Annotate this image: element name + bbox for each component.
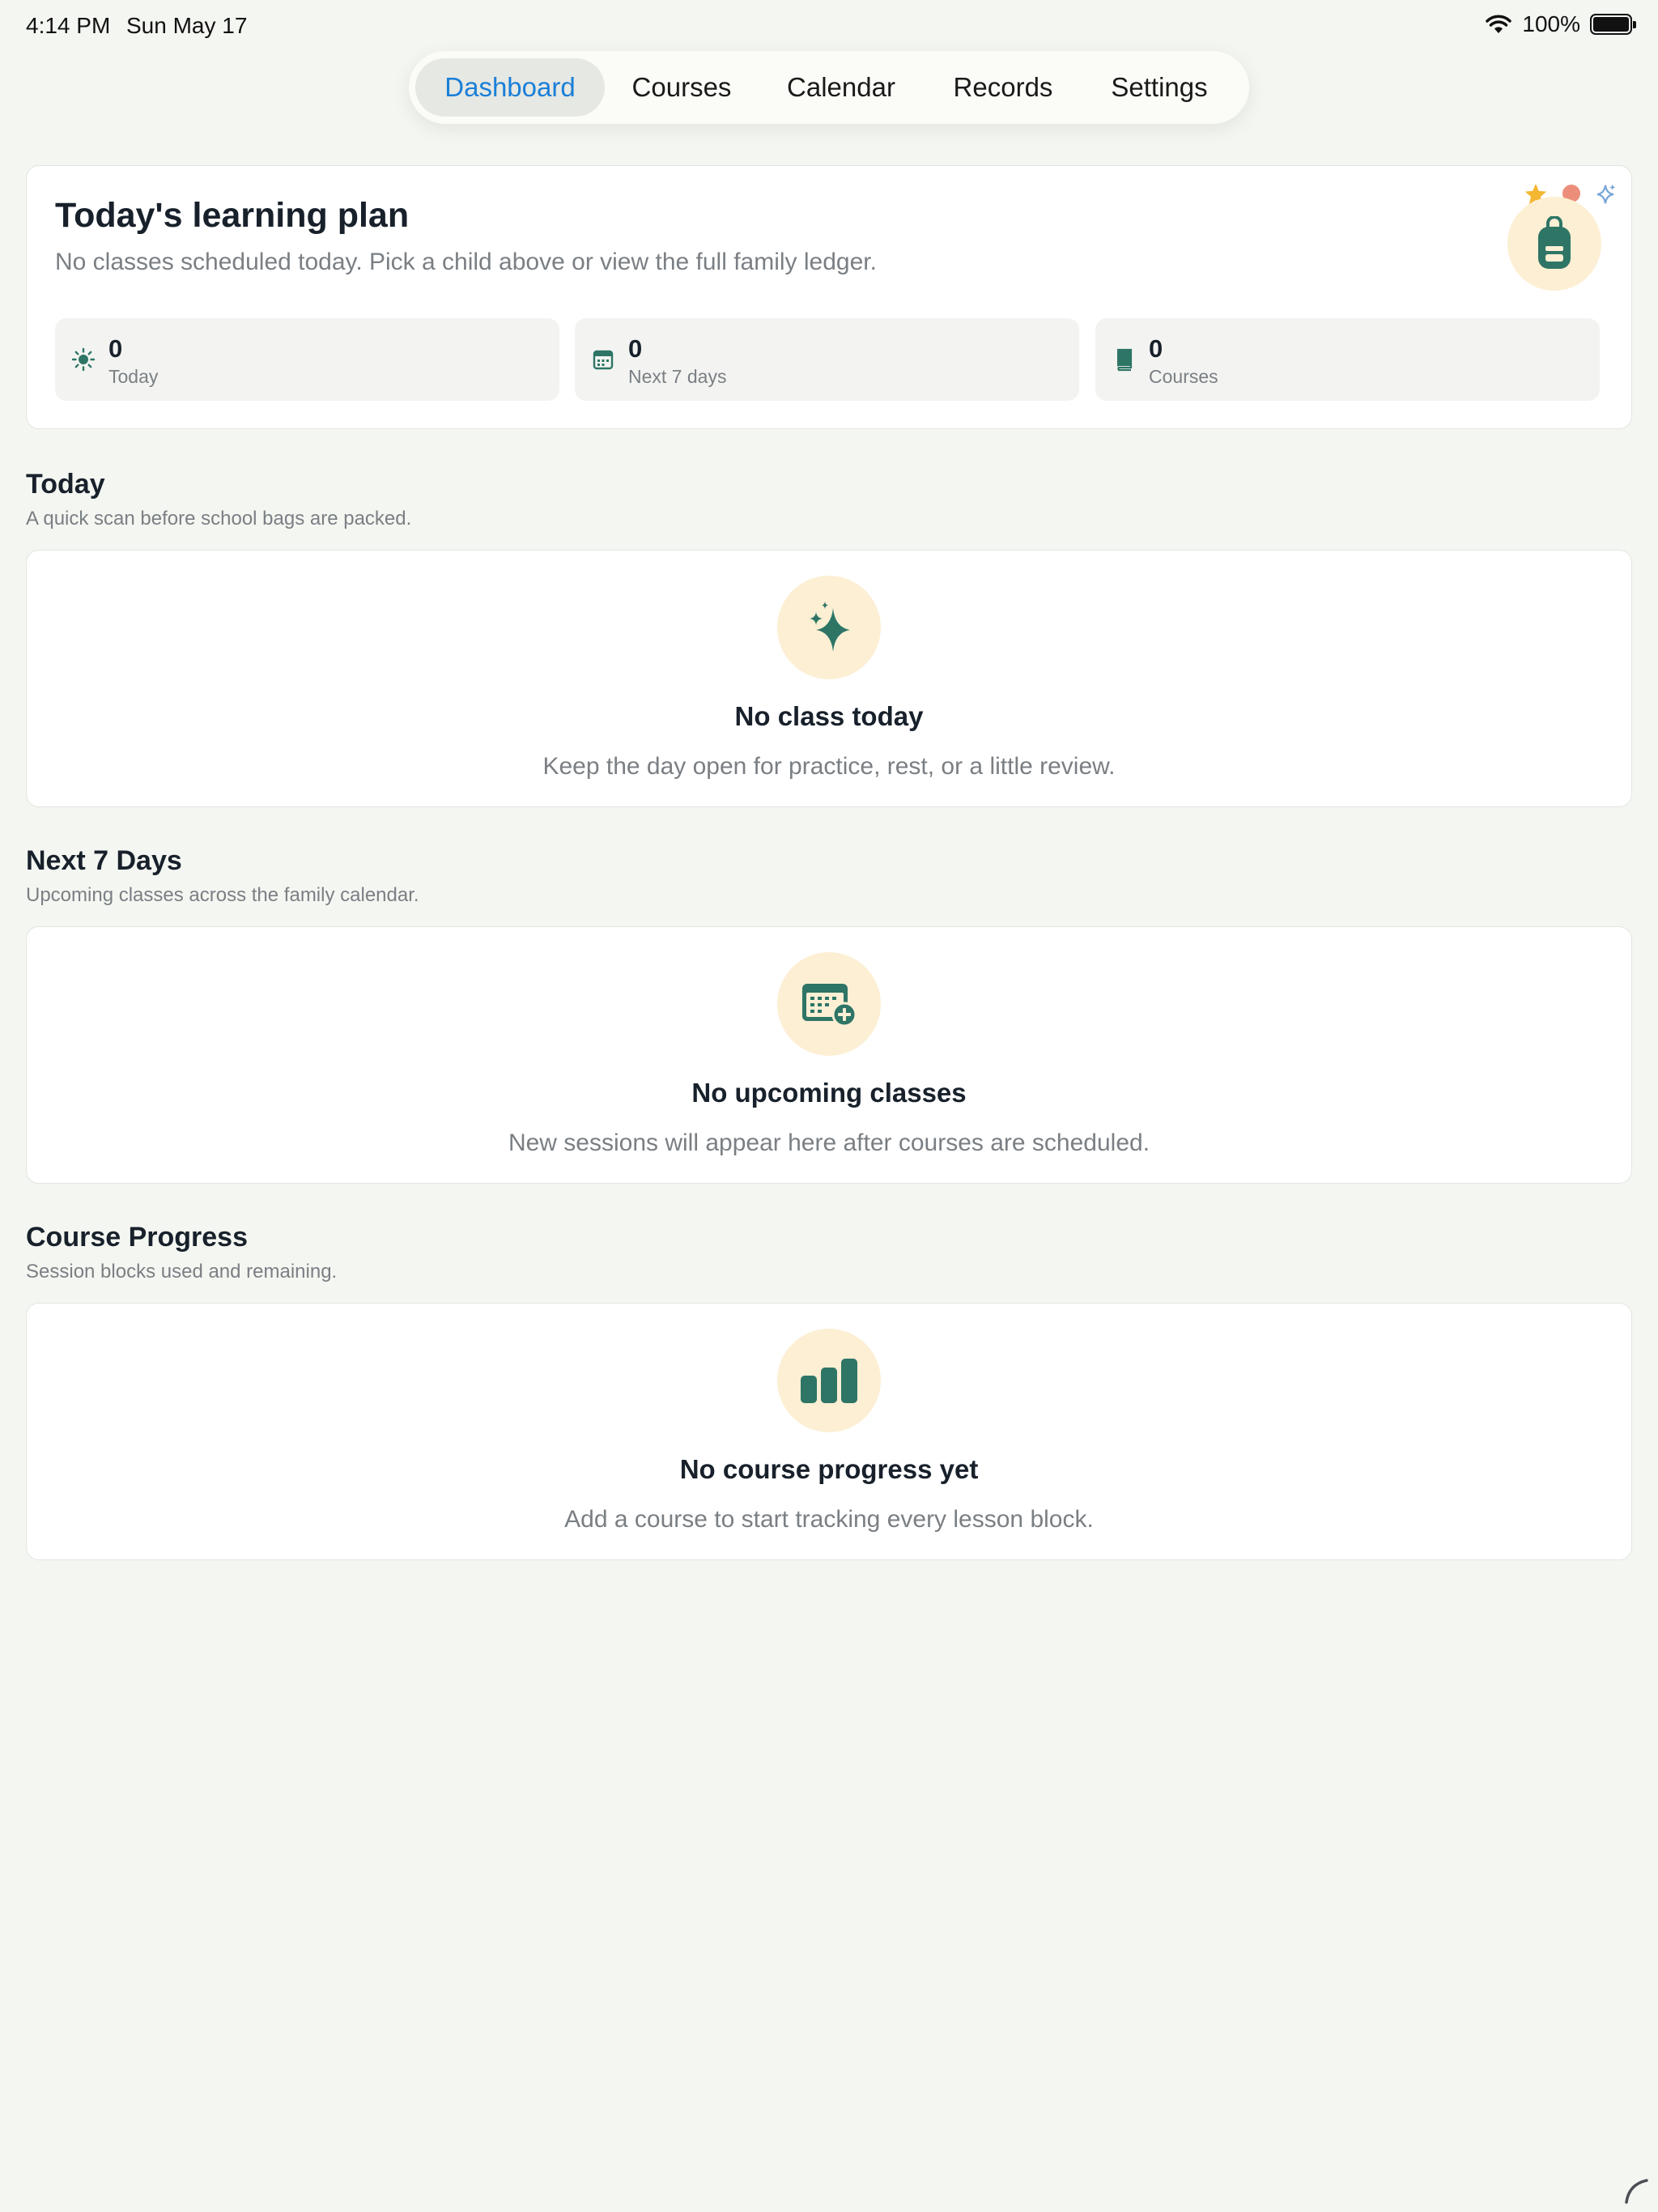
today-section-title: Today (26, 469, 105, 500)
backpack-badge (1507, 197, 1601, 291)
calendar-add-icon (802, 984, 857, 1027)
stat-today-label: Today (108, 366, 159, 387)
tab-settings[interactable]: Settings (1082, 58, 1236, 117)
wifi-icon (1486, 15, 1512, 33)
today-section-subtitle: A quick scan before school bags are pack… (26, 508, 412, 530)
today-empty-badge (777, 576, 881, 679)
tab-dashboard[interactable]: Dashboard (415, 58, 605, 117)
status-right: 100% (1485, 11, 1636, 37)
progress-section-subtitle: Session blocks used and remaining. (26, 1261, 338, 1283)
battery-icon (1590, 14, 1636, 35)
stat-next-7-label: Next 7 days (628, 366, 727, 387)
next7-section-title: Next 7 Days (26, 845, 182, 876)
stat-courses: 0 Courses (1095, 318, 1600, 401)
bar-chart-icon (801, 1359, 857, 1403)
today-empty-subtitle: Keep the day open for practice, rest, or… (542, 753, 1116, 780)
learning-plan-card: Today's learning plan No classes schedul… (26, 165, 1632, 429)
stat-next-7-value: 0 (628, 334, 643, 363)
stat-today: 0 Today (55, 318, 559, 401)
next7-empty-badge (777, 952, 881, 1056)
progress-section-title: Course Progress (26, 1222, 248, 1253)
next7-empty-subtitle: New sessions will appear here after cour… (508, 1129, 1150, 1156)
status-date: Sun May 17 (126, 13, 248, 38)
tab-records[interactable]: Records (924, 58, 1082, 117)
progress-empty-subtitle: Add a course to start tracking every les… (564, 1506, 1094, 1533)
stat-courses-label: Courses (1149, 366, 1218, 387)
sparkles-icon (810, 602, 850, 652)
resize-grabber-icon[interactable] (1624, 2178, 1648, 2204)
backpack-icon (1538, 216, 1571, 269)
hero-title: Today's learning plan (55, 196, 410, 235)
today-empty-card: No class today Keep the day open for pra… (26, 550, 1632, 807)
calendar-icon (593, 350, 614, 370)
status-time: 4:14 PM (26, 13, 111, 38)
battery-percent: 100% (1522, 11, 1580, 36)
tab-calendar[interactable]: Calendar (759, 58, 924, 117)
progress-empty-card: No course progress yet Add a course to s… (26, 1303, 1632, 1560)
stat-courses-value: 0 (1149, 334, 1163, 363)
progress-empty-title: No course progress yet (679, 1454, 979, 1484)
tab-bar: Dashboard Courses Calendar Records Setti… (409, 51, 1249, 124)
next7-section-subtitle: Upcoming classes across the family calen… (26, 884, 419, 906)
stat-today-value: 0 (108, 334, 123, 363)
sparkle-icon (1596, 184, 1616, 204)
sun-icon (71, 347, 96, 372)
progress-empty-badge (777, 1329, 881, 1432)
today-empty-title: No class today (734, 701, 924, 731)
status-bar: 4:14 PM Sun May 17 100% (0, 0, 1658, 52)
next7-empty-card: No upcoming classes New sessions will ap… (26, 926, 1632, 1184)
tab-courses[interactable]: Courses (605, 58, 759, 117)
hero-subtitle: No classes scheduled today. Pick a child… (55, 249, 877, 275)
stat-next-7-days: 0 Next 7 days (575, 318, 1079, 401)
book-icon (1117, 348, 1133, 372)
next7-empty-title: No upcoming classes (691, 1078, 967, 1108)
